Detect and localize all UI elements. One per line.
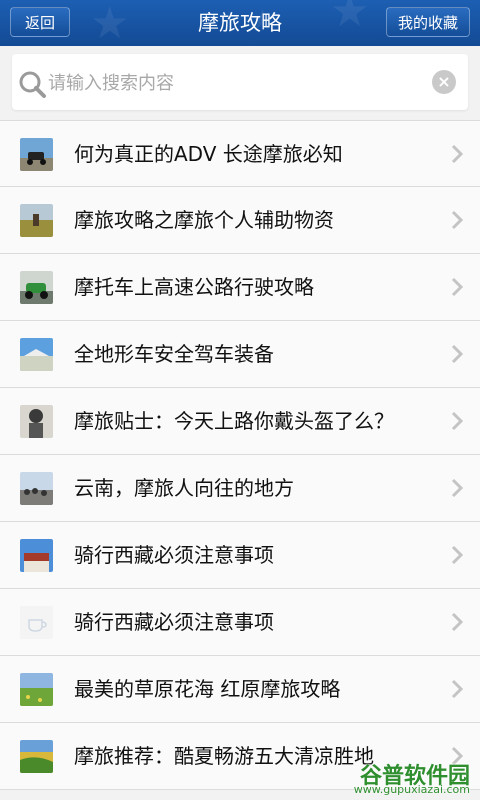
list-item-label: 何为真正的ADV 长途摩旅必知 [74, 142, 343, 166]
chevron-right-icon [451, 612, 464, 632]
thumbnail-tibet-temple [20, 539, 53, 572]
list-item-label: 摩旅贴士：今天上路你戴头盔了么？ [74, 409, 394, 433]
list-item[interactable]: 何为真正的ADV 长途摩旅必知 [0, 120, 480, 187]
thumbnail-motorcycle-green [20, 271, 53, 304]
list-item-label: 全地形车安全驾车装备 [74, 342, 274, 366]
search-bar: × [0, 46, 480, 120]
list-item[interactable]: 摩托车上高速公路行驶攻略 [0, 254, 480, 321]
background-star-icon: ★ [90, 0, 130, 46]
watermark-url: www.gupuxiazai.com [353, 783, 470, 796]
article-list: 何为真正的ADV 长途摩旅必知 摩旅攻略之摩旅个人辅助物资 摩托车上高速公路行驶… [0, 120, 480, 790]
thumbnail-terrace-field [20, 740, 53, 773]
list-item-label: 骑行西藏必须注意事项 [74, 543, 274, 567]
thumbnail-flower-field [20, 673, 53, 706]
back-button[interactable]: 返回 [10, 7, 70, 37]
list-item[interactable]: 云南，摩旅人向往的地方 [0, 455, 480, 522]
chevron-right-icon [451, 478, 464, 498]
background-star-icon: ★ [330, 0, 370, 37]
thumbnail-sky-building [20, 338, 53, 371]
thumbnail-motorcycle-rider [20, 138, 53, 171]
site-watermark: 谷普软件园 www.gupuxiazai.com [316, 756, 476, 796]
list-item[interactable]: 摩旅攻略之摩旅个人辅助物资 [0, 187, 480, 254]
list-item-label: 摩托车上高速公路行驶攻略 [74, 275, 314, 299]
list-item-label: 骑行西藏必须注意事项 [74, 610, 274, 634]
list-item[interactable]: 全地形车安全驾车装备 [0, 321, 480, 388]
background-star-icon: ★ [250, 3, 276, 36]
chevron-right-icon [451, 210, 464, 230]
chevron-right-icon [451, 679, 464, 699]
thumbnail-placeholder-cup-icon [20, 606, 53, 639]
search-input[interactable] [46, 66, 430, 100]
my-favorites-button[interactable]: 我的收藏 [386, 7, 470, 37]
list-item-label: 云南，摩旅人向往的地方 [74, 476, 294, 500]
chevron-right-icon [451, 277, 464, 297]
search-box: × [12, 54, 468, 110]
chevron-right-icon [451, 545, 464, 565]
list-item-label: 最美的草原花海 红原摩旅攻略 [74, 677, 341, 701]
thumbnail-crowd-square [20, 472, 53, 505]
list-item[interactable]: 最美的草原花海 红原摩旅攻略 [0, 656, 480, 723]
chevron-right-icon [451, 144, 464, 164]
thumbnail-grassland-rider [20, 204, 53, 237]
list-item[interactable]: 摩旅贴士：今天上路你戴头盔了么？ [0, 388, 480, 455]
clear-search-icon[interactable]: × [432, 70, 456, 94]
chevron-right-icon [451, 411, 464, 431]
list-item[interactable]: 骑行西藏必须注意事项 [0, 589, 480, 656]
thumbnail-helmet-rider [20, 405, 53, 438]
list-item-label: 摩旅攻略之摩旅个人辅助物资 [74, 208, 334, 232]
list-item[interactable]: 骑行西藏必须注意事项 [0, 522, 480, 589]
chevron-right-icon [451, 344, 464, 364]
top-bar: ★ ★ ★ 返回 摩旅攻略 我的收藏 [0, 0, 480, 46]
search-icon [19, 71, 46, 98]
